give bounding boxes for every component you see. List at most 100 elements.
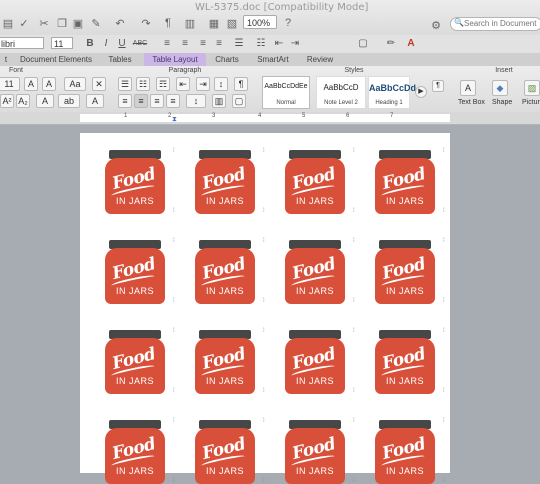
search-box[interactable]: 🔍 — [450, 17, 540, 31]
text-highlight-icon[interactable]: ab — [58, 94, 80, 108]
style-heading-1[interactable]: AaBbCcDd Heading 1 — [368, 76, 416, 109]
align-right-icon[interactable]: ≡ — [196, 37, 210, 50]
tab-document-elements[interactable]: Document Elements — [16, 53, 96, 66]
shrink-font-icon[interactable]: A — [42, 77, 56, 91]
strikethrough-button[interactable]: ABC — [132, 37, 148, 50]
table-cell-marker: ⁞ — [263, 478, 265, 484]
ribbon-font-size[interactable]: 11 — [0, 77, 20, 91]
view-icon[interactable]: ▦ — [206, 15, 222, 31]
indent-marker-icon[interactable]: ⧗ — [172, 116, 177, 124]
zoom-select[interactable]: 100% — [243, 15, 277, 29]
bullets-icon[interactable]: ☰ — [232, 37, 246, 50]
bold-button[interactable]: B — [84, 37, 96, 50]
gallery-icon[interactable]: ▧ — [224, 15, 240, 31]
increase-indent-icon[interactable]: ⇥ — [196, 77, 210, 91]
numbering-icon[interactable]: ☷ — [254, 37, 268, 50]
line-spacing-icon[interactable]: ↕ — [186, 94, 206, 108]
numbered-list-icon[interactable]: ☷ — [136, 77, 150, 91]
toolbar-options-icon[interactable]: ⚙ — [428, 17, 444, 33]
jar-label[interactable]: Food IN JARS — [285, 330, 345, 394]
tab-tables[interactable]: Tables — [102, 53, 138, 66]
horizontal-ruler[interactable]: 1 2 3 4 5 6 7 ⧗ — [0, 112, 540, 125]
tab-review[interactable]: Review — [302, 53, 338, 66]
jar-label[interactable]: Food IN JARS — [195, 240, 255, 304]
styles-next-icon[interactable]: ▶ — [415, 86, 427, 98]
copy-icon[interactable]: ❐ — [54, 15, 70, 31]
style-normal[interactable]: AaBbCcDdEe Normal — [262, 76, 310, 109]
superscript-icon[interactable]: A² — [0, 94, 14, 108]
shape-icon[interactable]: ◆ — [492, 80, 508, 96]
align-left-icon[interactable]: ≡ — [160, 37, 174, 50]
tab-charts[interactable]: Charts — [210, 53, 244, 66]
style-note-level-2-sample: AaBbCcD — [323, 83, 359, 92]
grow-font-icon[interactable]: A — [24, 77, 38, 91]
justify-icon[interactable]: ≡ — [212, 37, 226, 50]
redo-icon[interactable]: ↷ — [138, 15, 154, 31]
label-in-jars-text: IN JARS — [385, 196, 424, 206]
indent-icon[interactable]: ⇥ — [288, 37, 302, 50]
borders-icon[interactable]: ▢ — [356, 37, 370, 50]
text-color-icon[interactable]: A — [36, 94, 54, 108]
decrease-indent-icon[interactable]: ⇤ — [176, 77, 190, 91]
highlight-icon[interactable]: ✏ — [384, 37, 398, 50]
underline-button[interactable]: U — [116, 37, 128, 50]
search-input[interactable] — [464, 19, 540, 28]
jar-label[interactable]: Food IN JARS — [375, 420, 435, 484]
style-note-level-2[interactable]: AaBbCcD Note Level 2 — [316, 76, 366, 109]
ribbon-justify-icon[interactable]: ≡ — [166, 94, 180, 108]
align-center-icon[interactable]: ≡ — [178, 37, 192, 50]
bulleted-list-icon[interactable]: ☰ — [118, 77, 132, 91]
jar-label[interactable]: Food IN JARS — [105, 420, 165, 484]
shading-icon[interactable]: ▥ — [212, 94, 226, 108]
insert-text-box-label[interactable]: Text Box — [458, 99, 485, 106]
insert-picture-label[interactable]: Pictur — [522, 99, 540, 106]
jar-label[interactable]: Food IN JARS — [105, 240, 165, 304]
undo-icon[interactable]: ↶ — [112, 15, 128, 31]
sort-icon[interactable]: ↕ — [214, 77, 228, 91]
jar-label[interactable]: Food IN JARS — [195, 420, 255, 484]
format-painter-icon[interactable]: ✎ — [88, 15, 104, 31]
jar-label[interactable]: Food IN JARS — [195, 150, 255, 214]
picture-icon[interactable]: ▨ — [524, 80, 540, 96]
multilevel-list-icon[interactable]: ☶ — [156, 77, 170, 91]
jar-label[interactable]: Food IN JARS — [375, 150, 435, 214]
italic-button[interactable]: I — [100, 37, 112, 50]
ribbon-align-right-icon[interactable]: ≡ — [150, 94, 164, 108]
spelling-check-icon[interactable]: ✓ — [16, 15, 32, 31]
sidebar-icon[interactable]: ▥ — [182, 15, 198, 31]
tab-home[interactable]: t — [0, 53, 12, 66]
tab-smartart[interactable]: SmartArt — [250, 53, 296, 66]
tab-table-layout[interactable]: Table Layout — [144, 53, 206, 66]
subscript-icon[interactable]: A₂ — [16, 94, 30, 108]
font-name-field[interactable]: libri — [0, 37, 44, 49]
insert-shape-label[interactable]: Shape — [492, 99, 512, 106]
ribbon-align-left-icon[interactable]: ≡ — [118, 94, 132, 108]
jar-label[interactable]: Food IN JARS — [285, 150, 345, 214]
text-box-icon[interactable]: A — [460, 80, 476, 96]
paste-icon[interactable]: ▣ — [70, 15, 86, 31]
jar-label[interactable]: Food IN JARS — [285, 420, 345, 484]
help-icon[interactable]: ? — [280, 15, 296, 31]
table-cell-marker: ⁞ — [173, 418, 175, 424]
text-effects-icon[interactable]: A — [86, 94, 104, 108]
clear-formatting-icon[interactable]: ✕ — [92, 77, 106, 91]
label-in-jars-text: IN JARS — [115, 466, 154, 476]
font-size-field[interactable]: 11 — [51, 37, 73, 49]
change-case-icon[interactable]: Aa — [64, 77, 86, 91]
jar-label[interactable]: Food IN JARS — [375, 330, 435, 394]
jar-label[interactable]: Food IN JARS — [105, 330, 165, 394]
jar-label[interactable]: Food IN JARS — [105, 150, 165, 214]
document-page[interactable]: Food IN JARS ⁞ ⁞ Food IN JARS ⁞ ⁞ Food IN JARS ⁞ ⁞ F… — [80, 133, 450, 484]
paragraph-borders-icon[interactable]: ▢ — [232, 94, 246, 108]
font-color-icon[interactable]: A — [404, 37, 418, 50]
jar-label[interactable]: Food IN JARS — [285, 240, 345, 304]
jar-label[interactable]: Food IN JARS — [195, 330, 255, 394]
new-document-icon[interactable]: ▤ — [0, 15, 16, 31]
styles-pane-icon[interactable]: ¶ — [432, 80, 444, 92]
jar-label[interactable]: Food IN JARS — [375, 240, 435, 304]
paragraph-marks-icon[interactable]: ¶ — [160, 15, 176, 31]
show-marks-icon[interactable]: ¶ — [234, 77, 248, 91]
ribbon-align-center-icon[interactable]: ≡ — [134, 94, 148, 108]
outdent-icon[interactable]: ⇤ — [272, 37, 286, 50]
cut-icon[interactable]: ✂ — [36, 15, 52, 31]
